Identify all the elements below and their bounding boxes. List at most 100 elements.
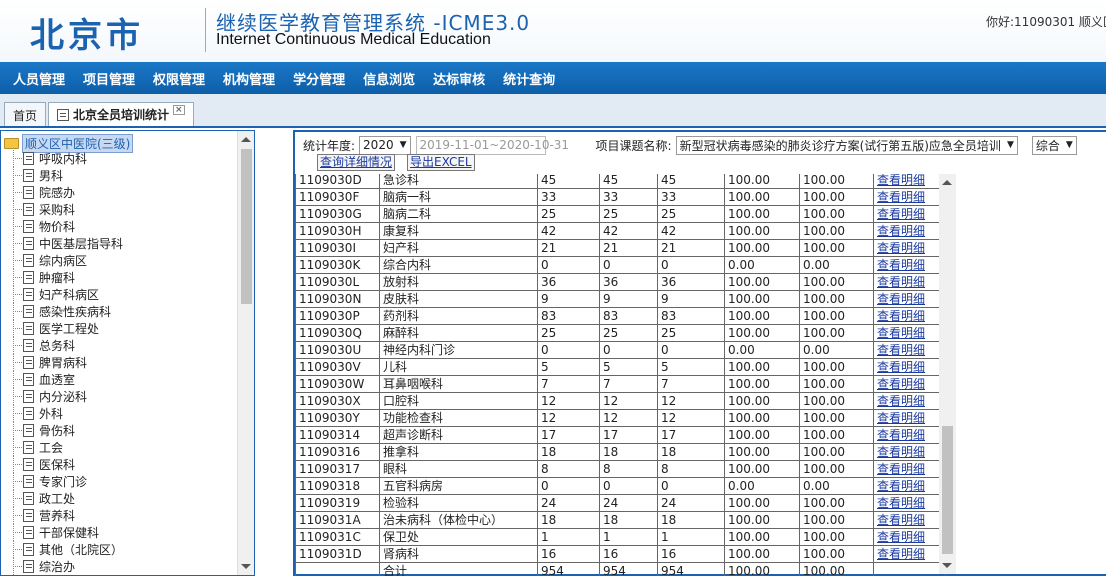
table-cell: 0	[599, 256, 658, 274]
table-cell: 5	[599, 358, 658, 376]
view-detail-link[interactable]: 查看明细	[877, 377, 925, 391]
document-icon	[23, 186, 34, 199]
tree-item[interactable]: 中医基层指导科	[9, 235, 123, 252]
close-icon[interactable]: ×	[173, 104, 185, 115]
view-detail-link[interactable]: 查看明细	[877, 343, 925, 357]
tree-item[interactable]: 其他（北院区）	[9, 541, 123, 558]
stats-panel: 统计年度: 2020 ▼ 2019-11-01~2020-10-31 项目课题名…	[293, 130, 1106, 576]
table-cell: 推拿科	[379, 443, 538, 461]
tree-item[interactable]: 血透室	[9, 371, 123, 388]
view-detail-link[interactable]: 查看明细	[877, 190, 925, 204]
query-detail-button[interactable]: 查询详细情况	[317, 154, 396, 171]
tree-item[interactable]: 妇产科病区	[9, 286, 123, 303]
nav-item[interactable]: 权限管理	[144, 69, 214, 88]
view-detail-link[interactable]: 查看明细	[877, 241, 925, 255]
mode-select[interactable]: 综合 ▼	[1031, 135, 1077, 155]
tree-item[interactable]: 专家门诊	[9, 473, 123, 490]
tree-item[interactable]: 呼吸内科	[9, 150, 123, 167]
tree-item[interactable]: 综内病区	[9, 252, 123, 269]
scroll-down-icon[interactable]	[241, 564, 251, 569]
table-scrollbar[interactable]	[939, 174, 956, 574]
document-icon	[23, 152, 34, 165]
tab-home[interactable]: 首页	[4, 102, 47, 126]
table-cell: 1109030L	[295, 273, 380, 291]
table-cell: 0.00	[799, 477, 874, 495]
view-detail-link[interactable]: 查看明细	[877, 258, 925, 272]
tree-item[interactable]: 工会	[9, 439, 123, 456]
tree-item[interactable]: 总务科	[9, 337, 123, 354]
scroll-up-icon[interactable]	[241, 137, 251, 142]
table-cell: 0	[657, 477, 725, 495]
tree-item[interactable]: 感染性疾病科	[9, 303, 123, 320]
scroll-thumb[interactable]	[241, 149, 252, 304]
view-detail-link[interactable]: 查看明细	[877, 428, 925, 442]
tree-item[interactable]: 骨伤科	[9, 422, 123, 439]
table-cell: 25	[599, 205, 658, 223]
view-detail-link[interactable]: 查看明细	[877, 530, 925, 544]
table-cell: 0.00	[799, 341, 874, 359]
nav-item[interactable]: 学分管理	[284, 69, 354, 88]
tree-item[interactable]: 医保科	[9, 456, 123, 473]
tree-scrollbar[interactable]	[237, 131, 254, 575]
view-detail-link[interactable]: 查看明细	[877, 411, 925, 425]
nav-item[interactable]: 机构管理	[214, 69, 284, 88]
table-cell: 0	[599, 341, 658, 359]
nav-item[interactable]: 统计查询	[494, 69, 564, 88]
project-select[interactable]: 新型冠状病毒感染的肺炎诊疗方案(试行第五版)应急全员培训 ▼	[675, 135, 1018, 155]
tree-item[interactable]: 院感办	[9, 184, 123, 201]
table-cell: 11090318	[295, 477, 380, 495]
view-detail-link[interactable]: 查看明细	[877, 513, 925, 527]
table-cell: 1109030Q	[295, 324, 380, 342]
table-cell: 100.00	[799, 511, 874, 529]
scroll-up-icon[interactable]	[942, 180, 952, 185]
view-detail-link[interactable]: 查看明细	[877, 394, 925, 408]
view-detail-link[interactable]: 查看明细	[877, 496, 925, 510]
scroll-thumb[interactable]	[942, 426, 953, 554]
view-detail-link[interactable]: 查看明细	[877, 479, 925, 493]
view-detail-link[interactable]: 查看明细	[877, 174, 925, 187]
table-cell: 100.00	[724, 392, 800, 410]
scroll-down-icon[interactable]	[942, 563, 952, 568]
view-detail-link[interactable]: 查看明细	[877, 326, 925, 340]
view-detail-link[interactable]: 查看明细	[877, 292, 925, 306]
tree-item[interactable]: 内分泌科	[9, 388, 123, 405]
table-cell: 100.00	[724, 324, 800, 342]
tree-item[interactable]: 政工处	[9, 490, 123, 507]
view-detail-link[interactable]: 查看明细	[877, 224, 925, 238]
tree-item[interactable]: 男科	[9, 167, 123, 184]
view-detail-link[interactable]: 查看明细	[877, 445, 925, 459]
table-cell: 12	[657, 409, 725, 427]
view-detail-link[interactable]: 查看明细	[877, 547, 925, 561]
table-cell: 18	[657, 443, 725, 461]
view-detail-link[interactable]: 查看明细	[877, 207, 925, 221]
tree-item[interactable]: 脾胃病科	[9, 354, 123, 371]
nav-item[interactable]: 达标审核	[424, 69, 494, 88]
table-cell: 45	[537, 174, 600, 189]
tree-item[interactable]: 外科	[9, 405, 123, 422]
tree-item[interactable]: 干部保健科	[9, 524, 123, 541]
tab-beijing-training-stats[interactable]: 北京全员培训统计 ×	[48, 102, 194, 126]
view-detail-link[interactable]: 查看明细	[877, 309, 925, 323]
table-cell: 100.00	[799, 409, 874, 427]
tree-item-label: 男科	[39, 169, 64, 183]
chevron-down-icon: ▼	[1065, 140, 1073, 150]
tree-item[interactable]: 肿瘤科	[9, 269, 123, 286]
view-detail-link[interactable]: 查看明细	[877, 360, 925, 374]
nav-item[interactable]: 项目管理	[74, 69, 144, 88]
tree-item[interactable]: 综治办	[9, 558, 123, 575]
tree-item[interactable]: 物价科	[9, 218, 123, 235]
nav-item[interactable]: 人员管理	[4, 69, 74, 88]
user-greeting: 你好:11090301 顺义区	[986, 15, 1106, 29]
tree-item[interactable]: 采购科	[9, 201, 123, 218]
table-cell: 18	[599, 443, 658, 461]
table-cell: 100.00	[799, 460, 874, 478]
table-cell: 1109030K	[295, 256, 380, 274]
tree-item[interactable]: 营养科	[9, 507, 123, 524]
table-cell: 100.00	[724, 375, 800, 393]
export-excel-button[interactable]: 导出EXCEL	[407, 154, 475, 171]
nav-item[interactable]: 信息浏览	[354, 69, 424, 88]
view-detail-link[interactable]: 查看明细	[877, 462, 925, 476]
view-detail-link[interactable]: 查看明细	[877, 275, 925, 289]
year-select[interactable]: 2020 ▼	[359, 135, 411, 155]
tree-item[interactable]: 医学工程处	[9, 320, 123, 337]
